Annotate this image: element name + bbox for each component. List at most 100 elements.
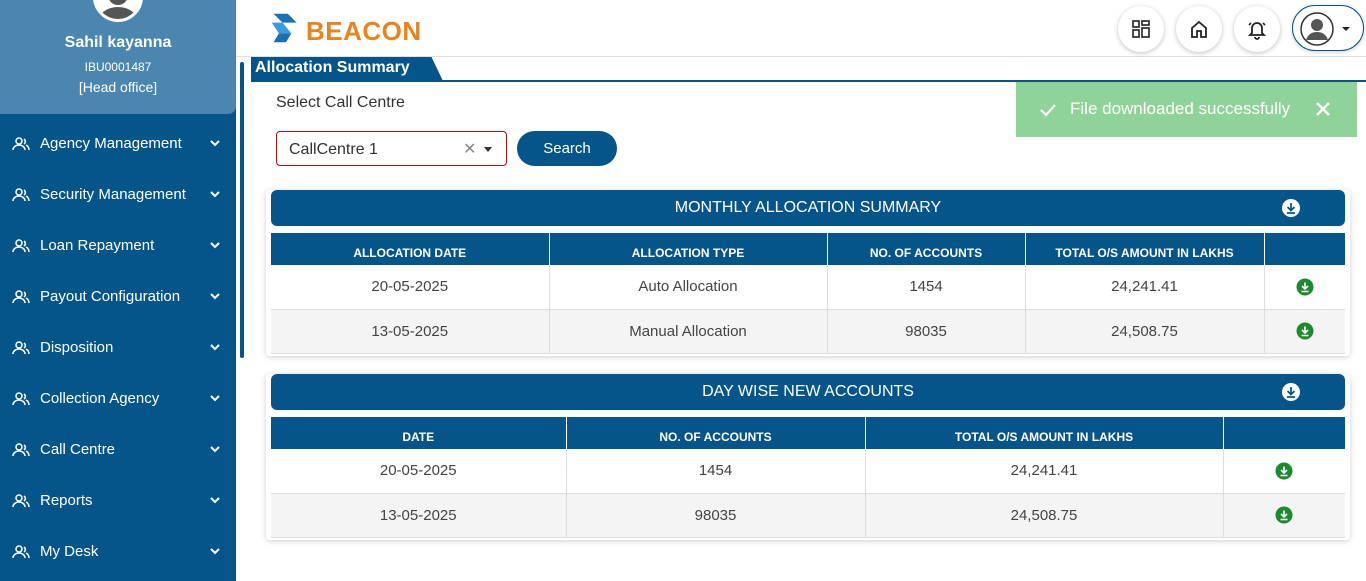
amount-cell: 24,241.41 [1025,265,1265,310]
sidebar-item-payout-configuration[interactable]: Payout Configuration [0,277,236,317]
accounts-cell: 98035 [827,309,1026,354]
amount-cell: 24,508.75 [1025,309,1265,354]
page-title-tab: Allocation Summary [251,57,443,81]
call-centre-select[interactable]: CallCentre 1 ✕ [276,131,507,166]
column-header: NO. OF ACCOUNTS [827,233,1026,265]
download-icon[interactable] [1296,322,1314,340]
day-wise-accounts-card: DAY WISE NEW ACCOUNTS DATE NO. OF ACCOUN… [266,374,1350,540]
sidebar-item-my-desk[interactable]: My Desk [0,532,236,572]
sidebar: Sahil kayanna IBU0001487 [Head office] A… [0,0,236,581]
users-icon [12,290,30,304]
monthly-allocation-title: MONTHLY ALLOCATION SUMMARY [674,199,942,216]
users-icon [12,188,30,202]
check-icon [1040,104,1056,117]
sidebar-item-label: Call Centre [40,441,116,458]
chevron-down-icon [210,497,220,504]
clear-icon[interactable]: ✕ [463,139,476,159]
success-toast: File downloaded successfully [1016,82,1357,137]
home-icon [1191,20,1207,38]
caret-down-icon[interactable] [484,147,492,152]
users-icon [12,545,30,559]
sidebar-item-agency-management[interactable]: Agency Management [0,124,236,164]
users-icon [12,494,30,508]
chevron-down-icon [210,293,220,300]
column-header [1223,417,1345,449]
chevron-down-icon [210,140,220,147]
close-icon[interactable] [1314,100,1332,118]
download-icon[interactable] [1281,198,1301,218]
download-icon[interactable] [1281,382,1301,402]
accounts-cell: 1454 [827,265,1026,310]
download-icon[interactable] [1275,462,1293,480]
profile-card: Sahil kayanna IBU0001487 [Head office] [0,0,236,114]
accounts-cell: 98035 [566,493,866,538]
profile-name: Sahil kayanna [64,34,172,51]
sidebar-item-label: Disposition [40,339,114,356]
allocation-type-cell: Manual Allocation [549,309,828,354]
sidebar-item-label: Loan Repayment [40,237,155,254]
date-cell: 20-05-2025 [271,449,567,494]
apps-button[interactable] [1118,6,1164,52]
users-icon [12,137,30,151]
sidebar-item-disposition[interactable]: Disposition [0,328,236,368]
toast-message: File downloaded successfully [1070,99,1291,118]
column-header: ALLOCATION DATE [271,233,550,265]
sidebar-item-label: Collection Agency [40,390,160,407]
caret-down-icon [1342,27,1350,31]
download-icon[interactable] [1296,278,1314,296]
sidebar-item-label: My Desk [40,543,99,560]
users-icon [12,443,30,457]
table-row: 20-05-2025 Auto Allocation 1454 24,241.4… [271,265,1345,310]
date-cell: 13-05-2025 [271,493,567,538]
sidebar-item-call-centre[interactable]: Call Centre [0,430,236,470]
day-wise-accounts-table: DATE NO. OF ACCOUNTS TOTAL O/S AMOUNT IN… [271,417,1345,538]
amount-cell: 24,241.41 [865,449,1224,494]
users-icon [12,392,30,406]
notifications-button[interactable] [1234,6,1280,52]
column-header: ALLOCATION TYPE [549,233,828,265]
bell-icon [1247,22,1267,40]
day-wise-accounts-title: DAY WISE NEW ACCOUNTS [702,383,914,400]
sidebar-item-collection-agency[interactable]: Collection Agency [0,379,236,419]
monthly-allocation-table: ALLOCATION DATE ALLOCATION TYPE NO. OF A… [271,233,1345,354]
table-header-row: DATE NO. OF ACCOUNTS TOTAL O/S AMOUNT IN… [271,417,1345,449]
allocation-date-cell: 13-05-2025 [271,309,550,354]
column-header: TOTAL O/S AMOUNT IN LAKHS [865,417,1224,449]
sidebar-scrollbar[interactable] [240,62,244,358]
allocation-date-cell: 20-05-2025 [271,265,550,310]
download-cell [1223,493,1345,538]
download-cell [1223,449,1345,494]
search-button[interactable]: Search [517,131,617,166]
profile-avatar [93,0,143,22]
call-centre-selected-value: CallCentre 1 [289,141,378,158]
sidebar-item-loan-repayment[interactable]: Loan Repayment [0,226,236,266]
sidebar-item-reports[interactable]: Reports [0,481,236,521]
column-header: DATE [271,417,567,449]
chevron-down-icon [210,191,220,198]
grid-icon [1132,20,1150,38]
table-row: 13-05-2025 98035 24,508.75 [271,493,1345,538]
sidebar-item-security-management[interactable]: Security Management [0,175,236,215]
user-menu-button[interactable] [1292,5,1364,51]
user-avatar-icon [1300,12,1334,46]
chevron-down-icon [210,446,220,453]
users-icon [12,239,30,253]
chevron-down-icon [210,344,220,351]
download-cell [1264,309,1345,354]
beacon-logo-icon [271,13,297,43]
logo-text: BEACON [306,16,422,46]
users-icon [12,341,30,355]
chevron-down-icon [210,395,220,402]
monthly-allocation-header: MONTHLY ALLOCATION SUMMARY [271,190,1345,226]
table-row: 13-05-2025 Manual Allocation 98035 24,50… [271,309,1345,354]
column-header: NO. OF ACCOUNTS [566,417,866,449]
accounts-cell: 1454 [566,449,866,494]
day-wise-accounts-header: DAY WISE NEW ACCOUNTS [271,374,1345,410]
download-icon[interactable] [1275,506,1293,524]
profile-id: IBU0001487 [84,60,152,74]
home-button[interactable] [1176,6,1222,52]
chevron-down-icon [210,548,220,555]
sidebar-item-label: Security Management [40,186,186,203]
allocation-type-cell: Auto Allocation [549,265,828,310]
amount-cell: 24,508.75 [865,493,1224,538]
